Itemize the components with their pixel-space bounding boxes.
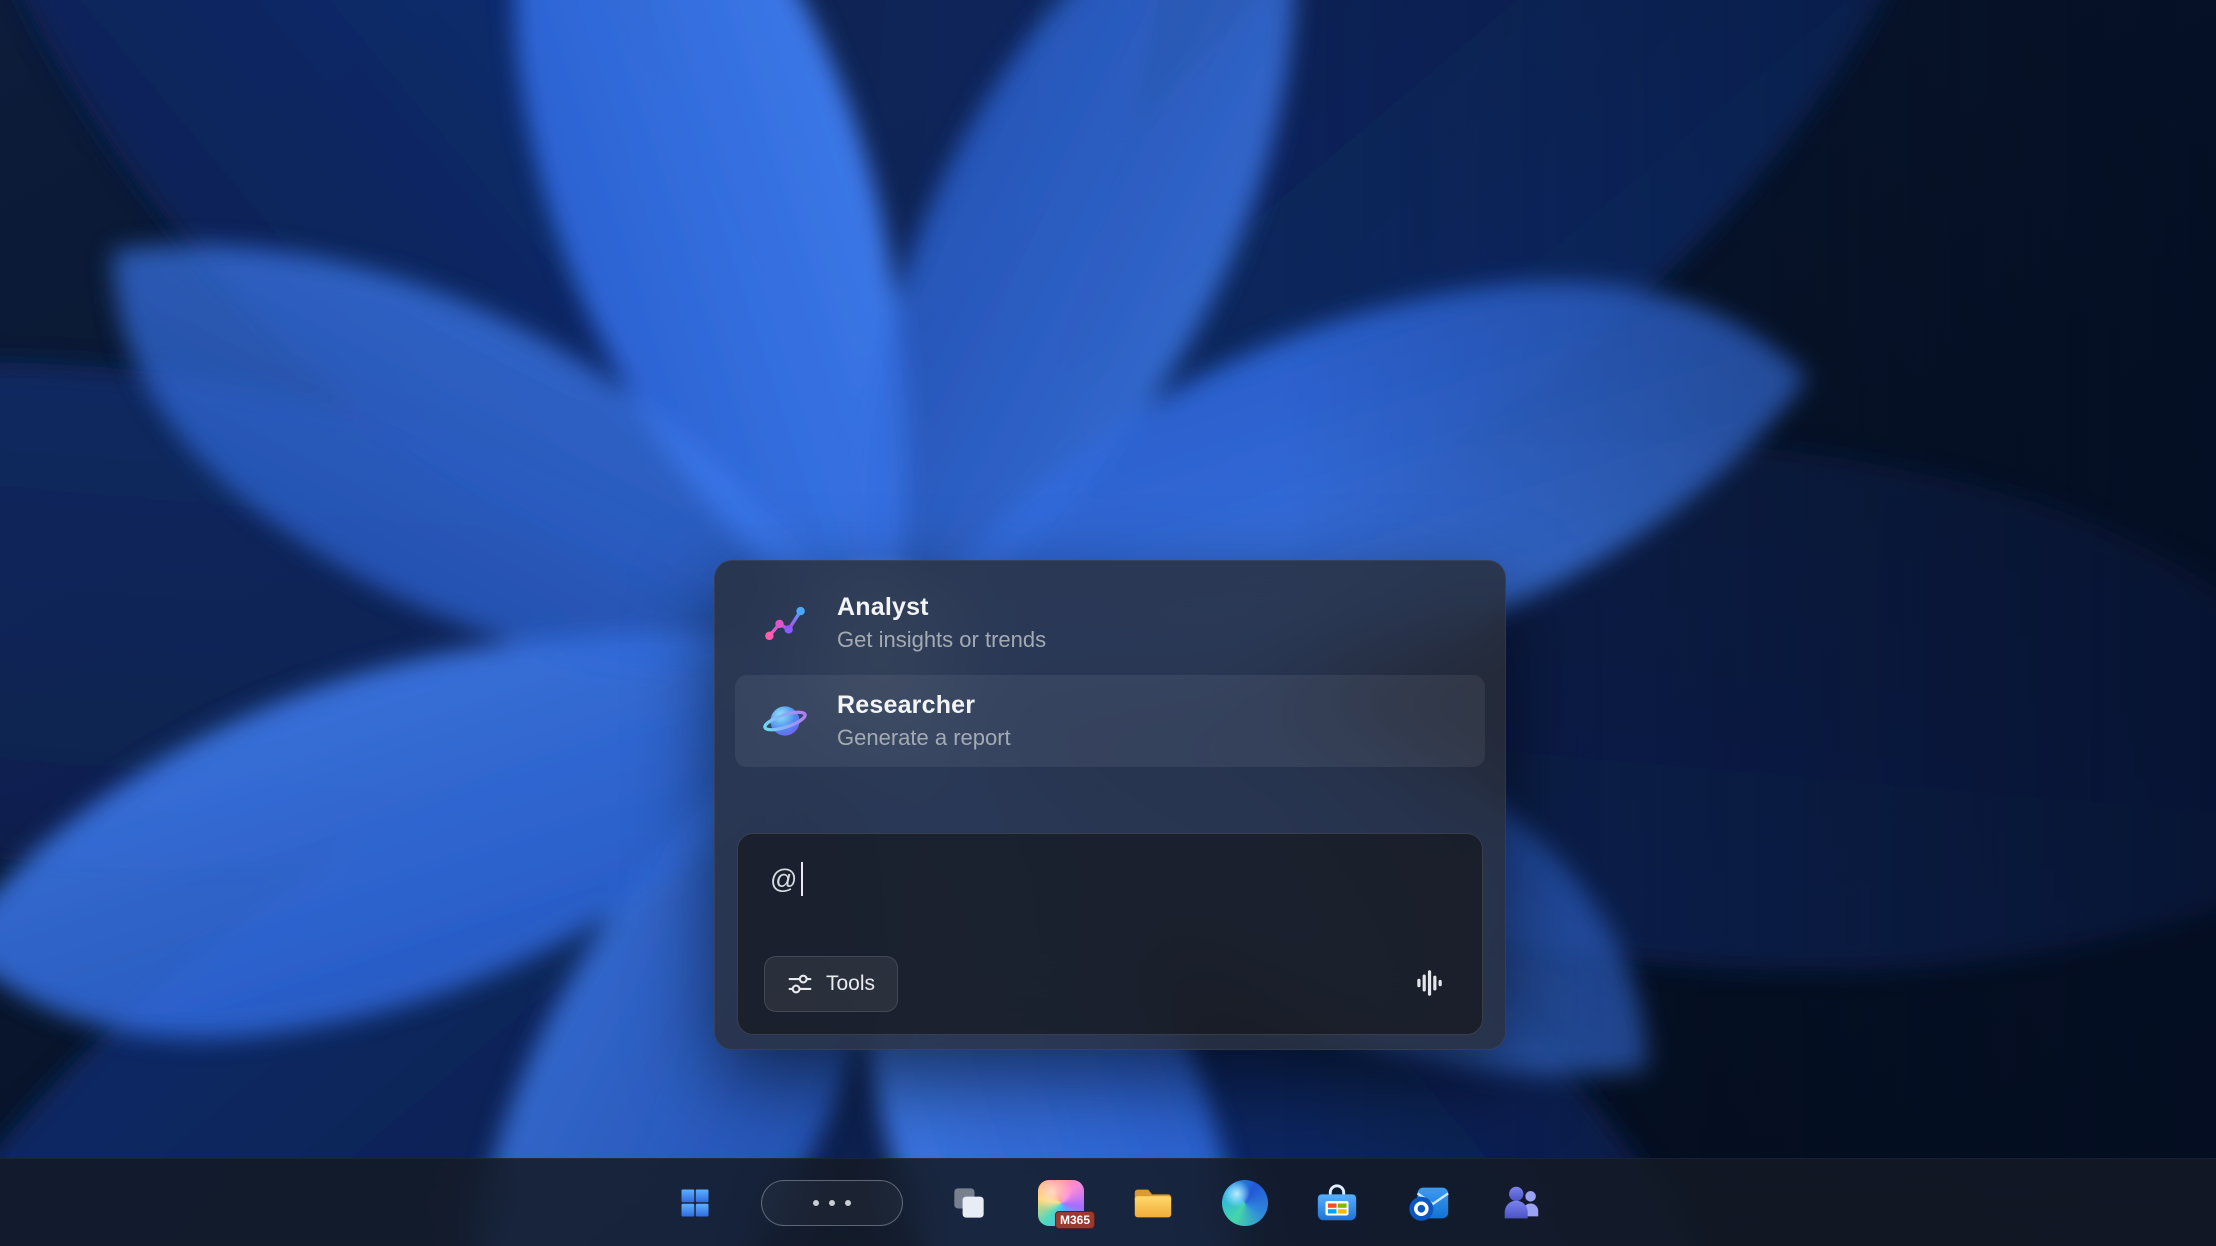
- teams-icon: [1498, 1180, 1544, 1226]
- tools-button[interactable]: Tools: [764, 956, 898, 1012]
- m365-copilot-button[interactable]: M365: [1035, 1177, 1087, 1229]
- copilot-agent-panel: Analyst Get insights or trends: [714, 560, 1506, 1050]
- task-view-button[interactable]: [943, 1177, 995, 1229]
- ellipsis-dot: [829, 1200, 835, 1206]
- voice-input-button[interactable]: [1408, 962, 1450, 1004]
- copilot-composer-input[interactable]: @ Tools: [737, 833, 1483, 1035]
- text-caret: [801, 862, 803, 896]
- folder-icon: [1130, 1180, 1176, 1226]
- m365-badge: M365: [1055, 1211, 1095, 1229]
- agent-option-analyst[interactable]: Analyst Get insights or trends: [735, 577, 1485, 669]
- agent-name: Analyst: [837, 593, 1046, 622]
- stacked-windows-icon: [947, 1181, 991, 1225]
- microsoft-store-button[interactable]: [1311, 1177, 1363, 1229]
- windows-logo-icon: [677, 1185, 713, 1221]
- outlook-icon: [1406, 1180, 1452, 1226]
- analyst-icon: [761, 599, 809, 647]
- store-icon: [1314, 1180, 1360, 1226]
- taskbar: M365: [0, 1158, 2216, 1246]
- desktop: Analyst Get insights or trends: [0, 0, 2216, 1246]
- agent-description: Generate a report: [837, 725, 1011, 751]
- sliders-icon: [787, 971, 813, 997]
- tools-label: Tools: [826, 972, 875, 996]
- agent-name: Researcher: [837, 691, 1011, 720]
- taskbar-more-pill[interactable]: [761, 1180, 903, 1226]
- researcher-icon: [761, 697, 809, 745]
- outlook-button[interactable]: [1403, 1177, 1455, 1229]
- composer-text[interactable]: @: [770, 862, 803, 896]
- teams-button[interactable]: [1495, 1177, 1547, 1229]
- edge-icon: [1222, 1180, 1268, 1226]
- agent-description: Get insights or trends: [837, 627, 1046, 653]
- ellipsis-dot: [813, 1200, 819, 1206]
- agent-option-researcher[interactable]: Researcher Generate a report: [735, 675, 1485, 767]
- file-explorer-button[interactable]: [1127, 1177, 1179, 1229]
- composer-input-value: @: [770, 864, 797, 895]
- start-button[interactable]: [669, 1177, 721, 1229]
- ellipsis-dot: [845, 1200, 851, 1206]
- waveform-icon: [1412, 966, 1446, 1000]
- edge-button[interactable]: [1219, 1177, 1271, 1229]
